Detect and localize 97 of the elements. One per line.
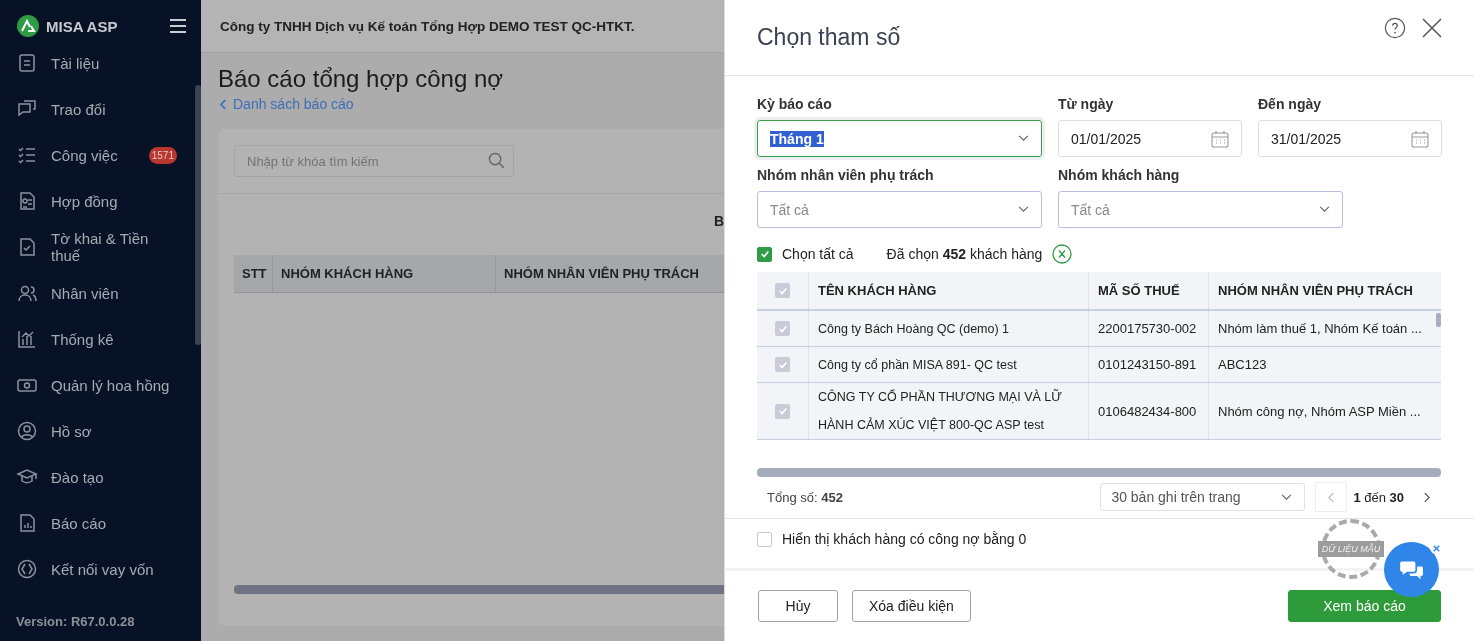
sidebar-item[interactable]: Tài liệu	[0, 40, 195, 86]
table-cell-text: Công ty Bách Hoàng QC (demo) 1	[818, 320, 1010, 338]
table-cell: 0101243150-891	[1098, 357, 1197, 372]
chevron-down-icon	[1018, 135, 1029, 142]
search-field[interactable]: Nhập từ khóa tìm kiếm	[234, 145, 514, 177]
scrollbar[interactable]	[195, 85, 201, 345]
table-cell: 2200175730-002	[1098, 321, 1197, 336]
horizontal-scrollbar[interactable]	[757, 468, 1441, 477]
table-cell-text: CÔNG TY CỔ PHẦN THƯƠNG MẠI VÀ LỮ HÀNH CẢM XÚC VIỆT 800-QC ASP test	[818, 388, 1063, 434]
sidebar-item[interactable]: Hợp đồng	[0, 178, 195, 224]
chevron-left-icon	[220, 98, 227, 110]
table-cell: Nhóm làm thuế 1, Nhóm Kế toán ...	[1218, 321, 1422, 336]
page-title: Báo cáo tổng hợp công nợ	[218, 65, 504, 93]
table-row[interactable]: Công ty Bách Hoàng QC (demo) 1 2200175730-002 Nhóm làm thuế 1, Nhóm Kế toán ...	[757, 311, 1441, 347]
checkmark-icon	[777, 323, 788, 334]
chat-button[interactable]	[1384, 542, 1439, 597]
sidebar-item[interactable]: Nhân viên	[0, 270, 195, 316]
zero-debt-checkbox[interactable]	[757, 531, 772, 547]
link-icon	[16, 558, 38, 580]
customer-group-dropdown[interactable]: Tất cả	[1058, 191, 1343, 228]
view-report-button[interactable]: Xem báo cáo	[1288, 589, 1441, 622]
field-label: Nhóm nhân viên phụ trách	[757, 167, 935, 183]
x-icon	[1432, 544, 1440, 552]
date-field[interactable]: 31/01/2025	[1258, 120, 1442, 157]
staff-group-dropdown[interactable]: Tất cả	[757, 191, 1042, 228]
checkmark-icon	[777, 359, 788, 370]
row-checkbox[interactable]	[775, 357, 790, 372]
brand-name: MISA ASP	[46, 17, 119, 35]
field-label: Đến ngày	[1258, 96, 1322, 112]
count-badge: 1571	[148, 146, 177, 164]
calendar-icon[interactable]	[1211, 129, 1229, 148]
page-size-dropdown[interactable]: 30 bản ghi trên trang	[1100, 483, 1306, 511]
chevron-down-icon	[1319, 206, 1330, 213]
panel-title: Chọn tham số	[757, 24, 902, 51]
column-header: NHÓM KHÁCH HÀNG	[273, 255, 496, 292]
search-icon	[488, 152, 505, 169]
sidebar-item[interactable]: Đào tạo	[0, 454, 195, 500]
checkmark-icon	[777, 285, 788, 296]
previous-page-button[interactable]	[1315, 482, 1348, 512]
chevron-down-icon	[1018, 206, 1029, 213]
company-name: Công ty TNHH Dịch vụ Kế toán Tổng Hợp DEMO TEST QC-HTKT.	[220, 18, 635, 34]
table-cell-text: Công ty cổ phần MISA 891- QC test	[818, 356, 1017, 374]
chevron-right-icon	[1422, 491, 1430, 503]
field-label: Nhóm khách hàng	[1058, 167, 1181, 183]
calendar-icon[interactable]	[1411, 129, 1429, 148]
checkmark-icon	[777, 406, 788, 416]
checkbox-label: Hiển thị khách hàng có công nợ bằng 0	[782, 531, 1027, 547]
row-checkbox[interactable]	[775, 403, 790, 419]
table-row[interactable]: CÔNG TY CỔ PHẦN THƯƠNG MẠI VÀ LỮ HÀNH CẢM XÚC VIỆT 800-QC ASP test 0106482434-800 Nhóm công nợ, Nhóm ASP Miền ...	[757, 383, 1441, 440]
clear-conditions-button[interactable]: Xóa điều kiện	[852, 589, 971, 622]
horizontal-scrollbar[interactable]	[234, 585, 724, 594]
sidebar-item[interactable]: Quản lý hoa hồng	[0, 362, 195, 408]
checkmark-icon	[759, 249, 770, 259]
table-cell: ABC123	[1218, 357, 1267, 372]
page-range: 1 đến 30	[1352, 489, 1405, 505]
table-row[interactable]: Công ty cổ phần MISA 891- QC test 0101243150-891 ABC123	[757, 347, 1441, 383]
menu-icon[interactable]	[170, 19, 186, 33]
version-text: Version: R67.0.0.28	[15, 614, 136, 631]
chevron-down-icon	[1281, 493, 1293, 501]
select-all-checkbox[interactable]	[757, 246, 772, 262]
header-checkbox[interactable]	[775, 283, 790, 298]
cancel-button[interactable]: Hủy	[758, 589, 838, 622]
column-header: NHÓM NHÂN VIÊN PHỤ TRÁCH	[503, 265, 700, 283]
column-header: NHÓM NHÂN VIÊN PHỤ TRÁCH	[1217, 282, 1414, 300]
row-checkbox[interactable]	[775, 321, 790, 336]
sidebar-item[interactable]: Công việc 1571	[0, 132, 195, 178]
chevron-left-icon	[1327, 491, 1335, 503]
clear-selection-icon[interactable]	[1052, 244, 1073, 264]
sidebar-item[interactable]: Trao đổi	[0, 86, 195, 132]
profile-icon	[16, 420, 38, 442]
report-title: B	[713, 213, 724, 231]
selected-count-text: Đã chọn 452 khách hàng	[886, 246, 1043, 262]
period-dropdown[interactable]: Tháng 1	[757, 120, 1042, 157]
logo-icon	[17, 15, 39, 37]
close-icon[interactable]	[1430, 542, 1442, 554]
sidebar-item[interactable]: Báo cáo	[0, 500, 195, 546]
total-count: Tổng số: 452	[767, 489, 844, 505]
table-cell: 0106482434-800	[1098, 403, 1197, 419]
column-header: MÃ SỐ THUẾ	[1089, 272, 1209, 309]
column-header: TÊN KHÁCH HÀNG	[809, 272, 1089, 309]
document-icon	[16, 52, 38, 74]
chart-icon	[16, 328, 38, 350]
sidebar-item[interactable]: Kết nối vay vốn	[0, 546, 195, 592]
close-icon[interactable]	[1422, 17, 1442, 38]
sidebar-item[interactable]: Thống kê	[0, 316, 195, 362]
field-label: Từ ngày	[1058, 96, 1115, 112]
date-field[interactable]: 01/01/2025	[1058, 120, 1242, 157]
sample-data-stamp: DỮ LIỆU MẪU	[1321, 519, 1381, 579]
sidebar-item[interactable]: Tờ khai & Tiền thuế	[0, 224, 195, 270]
sidebar-item[interactable]: Hồ sơ	[0, 408, 195, 454]
table-cell: Nhóm công nợ, Nhóm ASP Miền ...	[1218, 403, 1421, 419]
vertical-scrollbar[interactable]	[1436, 313, 1441, 327]
help-icon[interactable]	[1384, 16, 1406, 39]
column-header: STT	[234, 255, 273, 292]
checklist-icon	[16, 144, 38, 166]
field-label: Kỳ báo cáo	[757, 96, 833, 112]
checkbox-label: Chọn tất cả	[782, 246, 854, 262]
